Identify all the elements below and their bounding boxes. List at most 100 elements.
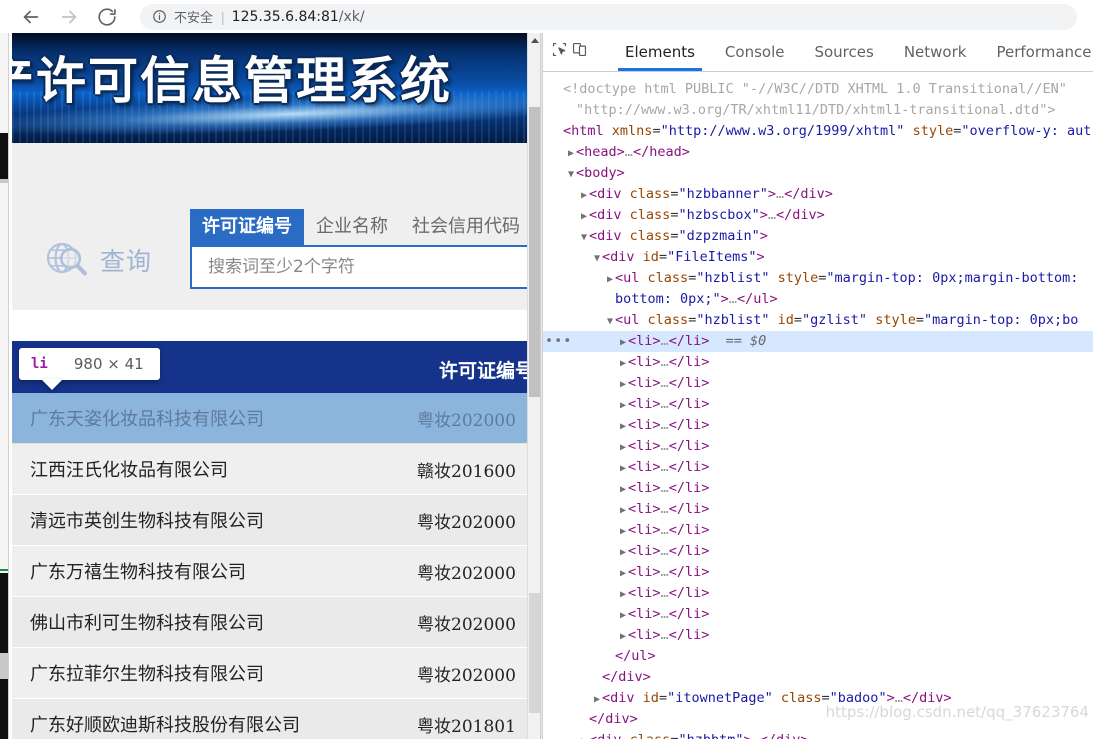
- device-toolbar-button[interactable]: [571, 38, 588, 66]
- dom-token-tag: li: [636, 627, 653, 643]
- address-bar[interactable]: 不安全 | 125.35.6.84:81/xk/: [140, 3, 1077, 30]
- dom-tree-line[interactable]: ▶ <li>…</li>: [543, 625, 1093, 646]
- list-item[interactable]: 广东万禧生物科技有限公司 粤妆202000: [12, 546, 537, 597]
- dom-tree-line[interactable]: <html xmlns="http://www.w3.org/1999/xhtm…: [543, 121, 1093, 142]
- list-item[interactable]: 江西汪氏化妆品有限公司 赣妆201600: [12, 444, 537, 495]
- twisty-closed-icon[interactable]: ▶: [618, 353, 628, 374]
- twisty-closed-icon[interactable]: ▶: [618, 479, 628, 500]
- twisty-closed-icon[interactable]: ▶: [566, 143, 576, 164]
- dom-tree-line[interactable]: ▼ <ul class="hzblist" id="gzlist" style="…: [543, 310, 1093, 331]
- twisty-open-icon[interactable]: ▼: [579, 227, 589, 248]
- search-tab-license-number[interactable]: 许可证编号: [190, 209, 304, 245]
- scrollbar-thumb[interactable]: [529, 107, 540, 397]
- dom-tree-line[interactable]: ▼ <div id="FileItems">: [543, 247, 1093, 268]
- inspected-node-tooltip: li 980 × 41: [19, 348, 160, 390]
- tab-sources[interactable]: Sources: [799, 33, 888, 71]
- dom-tree-line[interactable]: </ul>: [543, 646, 1093, 667]
- dom-tree-line[interactable]: ▼ <div class="dzpzmain">: [543, 226, 1093, 247]
- twisty-closed-icon[interactable]: ▶: [618, 416, 628, 437]
- dom-tree-line[interactable]: ▶ <li>…</li>: [543, 478, 1093, 499]
- dom-tree-line[interactable]: ▶ <li>…</li>: [543, 583, 1093, 604]
- dom-tree-line[interactable]: ▶ <li>…</li>: [543, 352, 1093, 373]
- twisty-open-icon[interactable]: ▼: [566, 164, 576, 185]
- twisty-closed-icon[interactable]: ▶: [618, 458, 628, 479]
- list-item[interactable]: 佛山市利可生物科技有限公司 粤妆202000: [12, 597, 537, 648]
- dom-tree-line[interactable]: ▼ <body>: [543, 163, 1093, 184]
- query-button[interactable]: 查询: [42, 237, 152, 283]
- twisty-open-icon[interactable]: ▼: [592, 248, 602, 269]
- dom-token-punc: </: [760, 732, 776, 739]
- twisty-closed-icon[interactable]: ▶: [618, 563, 628, 584]
- twisty-closed-icon[interactable]: ▶: [579, 731, 589, 739]
- twisty-closed-icon[interactable]: ▶: [618, 500, 628, 521]
- search-input[interactable]: [206, 256, 524, 278]
- search-input-wrapper[interactable]: [190, 245, 540, 289]
- dom-token-attr: class: [647, 270, 689, 286]
- dom-tree-line[interactable]: ▶ <li>…</li>: [543, 436, 1093, 457]
- reload-button[interactable]: [92, 2, 122, 32]
- dom-tree-line[interactable]: </div>: [543, 667, 1093, 688]
- twisty-closed-icon[interactable]: ▶: [618, 542, 628, 563]
- list-item[interactable]: 广东好顺欧迪斯科技股份有限公司 粤妆201801: [12, 699, 537, 739]
- dom-tree-line[interactable]: ▶ <li>…</li>: [543, 604, 1093, 625]
- dom-tree-line[interactable]: ▶ <li>…</li>: [543, 499, 1093, 520]
- twisty-closed-icon[interactable]: ▶: [618, 605, 628, 626]
- dom-token-punc: >: [769, 291, 778, 307]
- search-tab-company-name[interactable]: 企业名称: [304, 209, 400, 245]
- page-vertical-scrollbar[interactable]: [527, 33, 540, 739]
- list-item[interactable]: 广东拉菲尔生物科技有限公司 粤妆202000: [12, 648, 537, 699]
- dom-tree-line[interactable]: ▶ <head>…</head>: [543, 142, 1093, 163]
- dom-tree-line[interactable]: ▶ <li>…</li>: [543, 541, 1093, 562]
- tab-network[interactable]: Network: [889, 33, 982, 71]
- twisty-closed-icon[interactable]: ▶: [618, 395, 628, 416]
- scrollbar-thumb-secondary[interactable]: [529, 593, 540, 713]
- dom-tree-line[interactable]: ▶ <li>…</li>: [543, 373, 1093, 394]
- twisty-closed-icon[interactable]: ▶: [579, 206, 589, 227]
- scroll-up-arrow-icon[interactable]: [528, 33, 540, 47]
- dom-tree-line[interactable]: <!doctype html PUBLIC "-//W3C//DTD XHTML…: [543, 79, 1093, 100]
- list-item[interactable]: 广东天姿化妆品科技有限公司 粤妆202000: [12, 393, 537, 444]
- dom-token-punc: <: [589, 186, 598, 202]
- twisty-closed-icon[interactable]: ▶: [592, 689, 602, 710]
- twisty-closed-icon[interactable]: ▶: [618, 584, 628, 605]
- back-button[interactable]: [16, 2, 46, 32]
- dom-token-tag: html: [571, 123, 604, 139]
- dom-tree-line[interactable]: ▶ <div class="hzbbanner">…</div>: [543, 184, 1093, 205]
- twisty-closed-icon[interactable]: ▶: [605, 269, 615, 290]
- dom-tree-line[interactable]: ▶ <li>…</li>: [543, 457, 1093, 478]
- dom-tree-line[interactable]: "http://www.w3.org/TR/xhtml11/DTD/xhtml1…: [543, 100, 1093, 121]
- dom-tree-line-selected[interactable]: ••• ▶ <li>…</li> == $0: [543, 331, 1093, 352]
- dom-tree-line[interactable]: ▶ <li>…</li>: [543, 520, 1093, 541]
- twisty-closed-icon[interactable]: ▶: [618, 332, 628, 353]
- dom-token-tag: div: [597, 186, 622, 202]
- dom-token-tag: li: [684, 417, 702, 433]
- dom-tree-line[interactable]: ▶ <li>…</li>: [543, 562, 1093, 583]
- forward-button[interactable]: [54, 2, 84, 32]
- dom-token-punc: <: [589, 228, 598, 244]
- twisty-closed-icon[interactable]: ▶: [579, 185, 589, 206]
- dom-tree-line[interactable]: ▶ <li>…</li>: [543, 394, 1093, 415]
- dom-token-attr: class: [629, 207, 671, 223]
- search-tab-credit-code[interactable]: 社会信用代码: [400, 209, 532, 245]
- dom-tree-line[interactable]: ▶ <ul class="hzblist" style="margin-top: …: [543, 268, 1093, 289]
- twisty-closed-icon[interactable]: ▶: [618, 437, 628, 458]
- node-more-options-icon[interactable]: •••: [545, 331, 572, 352]
- tab-elements[interactable]: Elements: [610, 33, 710, 71]
- tab-console[interactable]: Console: [710, 33, 800, 71]
- inspect-element-button[interactable]: [551, 38, 568, 66]
- dom-token-plain: =: [658, 690, 668, 706]
- dom-tree-line[interactable]: bottom: 0px;">…</ul>: [543, 289, 1093, 310]
- info-circle-icon[interactable]: [152, 9, 167, 24]
- twisty-closed-icon[interactable]: ▶: [618, 374, 628, 395]
- tab-performance[interactable]: Performance: [981, 33, 1093, 71]
- dom-tree-line[interactable]: ▶ <div class="hzbscbox">…</div>: [543, 205, 1093, 226]
- dom-tree[interactable]: <!doctype html PUBLIC "-//W3C//DTD XHTML…: [543, 73, 1093, 739]
- twisty-closed-icon[interactable]: ▶: [618, 626, 628, 647]
- twisty-closed-icon[interactable]: ▶: [618, 521, 628, 542]
- list-item[interactable]: 清远市英创生物科技有限公司 粤妆202000: [12, 495, 537, 546]
- dom-token-doctype: "http://www.w3.org/TR/xhtml11/DTD/xhtml1…: [576, 102, 1056, 118]
- dom-tree-line[interactable]: ▶<div class="hzbbtm">…</div>: [543, 730, 1093, 739]
- dom-tree-line[interactable]: ▶ <li>…</li>: [543, 415, 1093, 436]
- dom-token-punc: </: [668, 396, 685, 412]
- twisty-open-icon[interactable]: ▼: [605, 311, 615, 332]
